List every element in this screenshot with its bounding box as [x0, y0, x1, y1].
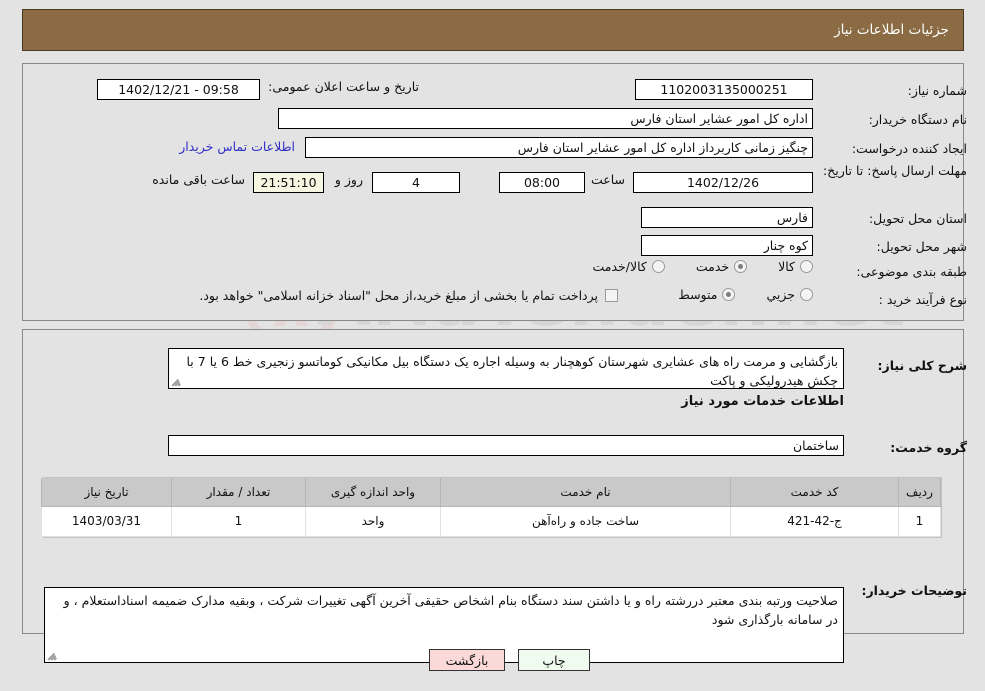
purchase-type-option-motevaset-label: متوسط	[678, 287, 718, 302]
deadline-days-label-wrap: روز و	[335, 172, 363, 187]
treasury-note-checkbox[interactable]	[605, 289, 618, 302]
cell-name: ساخت جاده و راه‌آهن	[440, 505, 731, 537]
page-header: جزئیات اطلاعات نیاز	[22, 9, 964, 51]
buyer-org-label: نام دستگاه خریدار:	[868, 112, 967, 127]
cell-date: 1403/03/31	[41, 505, 172, 537]
need-number-value: 1102003135000251	[635, 79, 813, 100]
table-header-row: ردیف کد خدمت نام خدمت واحد اندازه گیری ت…	[41, 478, 941, 507]
deadline-time-value: 08:00	[499, 172, 585, 193]
cell-code: ج-42-421	[730, 505, 899, 537]
category-option-kala[interactable]: کالا	[778, 259, 813, 274]
purchase-type-option-motevaset[interactable]: متوسط	[678, 287, 736, 302]
need-description-value: بازگشایی و مرمت راه های عشایری شهرستان ک…	[186, 354, 839, 388]
purchase-type-option-jozei[interactable]: جزیي	[766, 287, 813, 302]
services-section-heading: اطلاعات خدمات مورد نیاز	[681, 394, 844, 409]
city-field-wrap: کوه چنار	[641, 235, 813, 256]
public-announce-field-wrap: 09:58 - 1402/12/21	[97, 79, 260, 100]
deadline-countdown-wrap: 21:51:10	[253, 172, 324, 193]
category-option-kala-khedmat[interactable]: کالا/خدمت	[592, 259, 665, 274]
buyer-org-field-wrap: اداره کل امور عشایر استان فارس	[278, 108, 813, 129]
request-creator-field-wrap: چنگیز زمانی کاربرداز اداره کل امور عشایر…	[305, 137, 813, 158]
category-option-kala-label: کالا	[778, 259, 795, 274]
service-group-value: ساختمان	[168, 435, 844, 456]
category-option-khedmat-label: خدمت	[695, 259, 730, 274]
radio-kala-icon[interactable]	[800, 260, 813, 273]
category-radio-group: کالا خدمت کالا/خدمت	[566, 259, 813, 274]
need-info-panel	[22, 63, 964, 321]
public-announce-label-wrap: تاریخ و ساعت اعلان عمومی:	[268, 79, 419, 94]
textarea-resize-grip-icon[interactable]	[171, 376, 182, 387]
purchase-type-option-jozei-label: جزیي	[766, 287, 795, 302]
category-label: طبقه بندی موضوعی:	[856, 264, 967, 279]
province-value: فارس	[641, 207, 813, 228]
deadline-time-label-wrap: ساعت	[591, 172, 625, 187]
category-option-kala-khedmat-label: کالا/خدمت	[592, 259, 647, 274]
radio-khedmat-icon[interactable]	[734, 260, 748, 273]
need-number-field-wrap: 1102003135000251	[635, 79, 813, 100]
radio-kala-khedmat-icon[interactable]	[651, 260, 665, 273]
page-root: AriaTender.net جزئیات اطلاعات نیاز شماره…	[0, 0, 985, 691]
need-description-label: شرح کلی نیاز:	[877, 358, 967, 373]
deadline-time-wrap: 08:00	[499, 172, 585, 193]
buyer-notes-value: صلاحیت ورتبه بندی معتبر دررشته راه و یا …	[63, 593, 838, 627]
city-label: شهر محل تحویل:	[876, 239, 967, 254]
th-radif: ردیف	[898, 478, 941, 507]
purchase-type-label: نوع فرآیند خرید :	[878, 292, 967, 307]
th-code: کد خدمت	[730, 478, 899, 507]
treasury-note-row: پرداخت تمام یا بخشی از مبلغ خرید،از محل …	[199, 288, 618, 303]
th-date: تاریخ نیاز	[41, 478, 172, 507]
buyer-contact-link-wrap[interactable]: اطلاعات تماس خریدار	[179, 139, 295, 154]
request-creator-value: چنگیز زمانی کاربرداز اداره کل امور عشایر…	[305, 137, 813, 158]
purchase-type-radio-group: جزیي متوسط	[652, 287, 813, 302]
services-table-wrap: ردیف کد خدمت نام خدمت واحد اندازه گیری ت…	[41, 477, 942, 538]
cell-unit: واحد	[305, 505, 441, 537]
radio-motevaset-icon[interactable]	[722, 288, 736, 301]
cell-radif: 1	[898, 505, 941, 537]
treasury-note-text: پرداخت تمام یا بخشی از مبلغ خرید،از محل …	[199, 288, 598, 303]
cell-qty: 1	[171, 505, 306, 537]
deadline-label: مهلت ارسال پاسخ: تا تاریخ:	[822, 163, 967, 178]
back-button[interactable]: بازگشت	[429, 649, 505, 671]
radio-jozei-icon[interactable]	[800, 288, 813, 301]
buyer-notes-resize-grip-icon[interactable]	[47, 650, 58, 661]
public-announce-label: تاریخ و ساعت اعلان عمومی:	[268, 79, 419, 94]
buyer-notes-label: توضیحات خریدار:	[861, 583, 967, 598]
deadline-countdown-value: 21:51:10	[253, 172, 324, 193]
request-creator-label: ایجاد کننده درخواست:	[851, 141, 967, 156]
table-row: 1 ج-42-421 ساخت جاده و راه‌آهن واحد 1 14…	[41, 505, 941, 537]
category-option-khedmat[interactable]: خدمت	[695, 259, 748, 274]
public-announce-value: 09:58 - 1402/12/21	[97, 79, 260, 100]
buyer-contact-link[interactable]: اطلاعات تماس خریدار	[179, 139, 295, 154]
deadline-date-value: 1402/12/26	[633, 172, 813, 193]
service-group-label: گروه خدمت:	[890, 440, 967, 455]
province-label: استان محل تحویل:	[868, 211, 967, 226]
th-unit: واحد اندازه گیری	[305, 478, 441, 507]
city-value: کوه چنار	[641, 235, 813, 256]
deadline-days-label: روز و	[334, 172, 363, 187]
deadline-remaining-label-wrap: ساعت باقی مانده	[152, 172, 245, 187]
service-group-field-wrap: ساختمان	[168, 435, 844, 456]
th-name: نام خدمت	[440, 478, 731, 507]
th-qty: تعداد / مقدار	[171, 478, 306, 507]
services-table: ردیف کد خدمت نام خدمت واحد اندازه گیری ت…	[41, 478, 941, 537]
buyer-org-value: اداره کل امور عشایر استان فارس	[278, 108, 813, 129]
need-description-textarea[interactable]: بازگشایی و مرمت راه های عشایری شهرستان ک…	[168, 348, 844, 389]
province-field-wrap: فارس	[641, 207, 813, 228]
page-title: جزئیات اطلاعات نیاز	[834, 22, 949, 38]
deadline-remaining-label: ساعت باقی مانده	[152, 172, 245, 187]
deadline-days-value: 4	[372, 172, 460, 193]
deadline-date-wrap: 1402/12/26	[633, 172, 813, 193]
deadline-time-label: ساعت	[590, 172, 625, 187]
deadline-days-wrap: 4	[372, 172, 460, 193]
print-button[interactable]: چاپ	[518, 649, 590, 671]
need-number-label: شماره نیاز:	[907, 83, 967, 98]
